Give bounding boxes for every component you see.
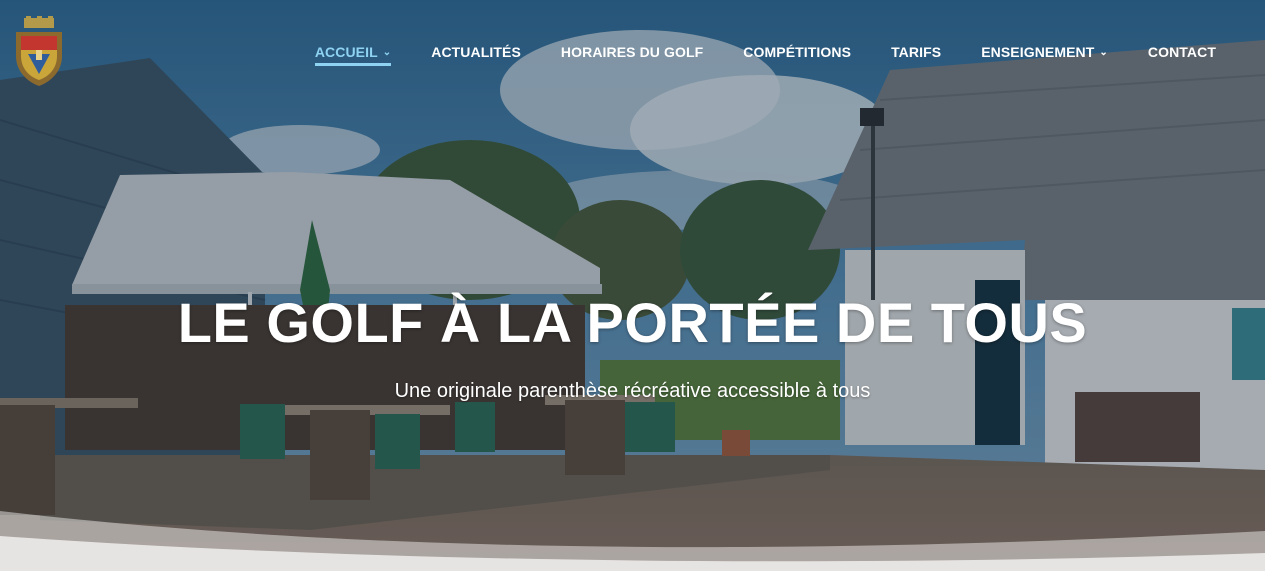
hero-headline: LE GOLF À LA PORTÉE DE TOUS: [177, 291, 1088, 354]
bottom-wave-decoration: [0, 511, 1265, 571]
nav-item-label: HORAIRES DU GOLF: [560, 44, 704, 60]
main-navigation: ACCUEIL ⌄ ACTUALITÉS HORAIRES DU GOLF CO…: [314, 44, 1216, 66]
nav-item-competitions[interactable]: COMPÉTITIONS: [743, 44, 851, 66]
nav-item-horaires[interactable]: HORAIRES DU GOLF: [561, 44, 703, 66]
nav-item-label: ACTUALITÉS: [431, 44, 521, 60]
hero-background-image: [0, 0, 1265, 571]
nav-item-contact[interactable]: CONTACT: [1148, 44, 1216, 66]
nav-item-actualites[interactable]: ACTUALITÉS: [431, 44, 521, 66]
hero-subtitle: Une originale parenthèse récréative acce…: [394, 380, 871, 402]
nav-item-label: CONTACT: [1147, 44, 1216, 60]
nav-item-label: TARIFS: [891, 44, 942, 60]
chevron-down-icon: ⌄: [1099, 46, 1108, 58]
nav-item-label: COMPÉTITIONS: [743, 44, 852, 60]
chevron-down-icon: ⌄: [382, 46, 392, 58]
nav-item-label: ACCUEIL: [314, 44, 378, 60]
nav-item-enseignement[interactable]: ENSEIGNEMENT ⌄: [981, 44, 1108, 66]
nav-item-label: ENSEIGNEMENT: [981, 44, 1095, 60]
coat-of-arms-logo[interactable]: [10, 16, 68, 90]
hero-section: ACCUEIL ⌄ ACTUALITÉS HORAIRES DU GOLF CO…: [0, 0, 1265, 571]
nav-item-tarifs[interactable]: TARIFS: [891, 44, 941, 66]
nav-item-accueil[interactable]: ACCUEIL ⌄: [314, 44, 392, 66]
